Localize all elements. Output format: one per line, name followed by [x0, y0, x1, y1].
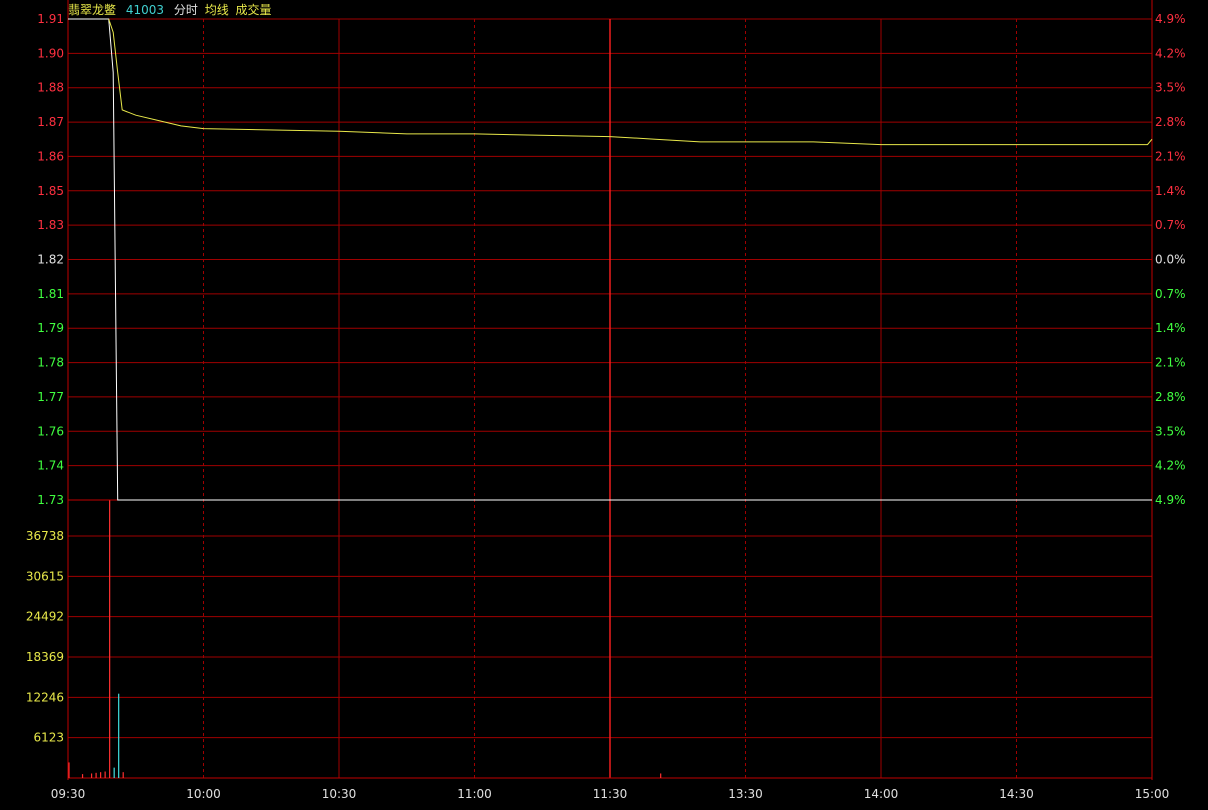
volume-tick-label: 36738: [26, 529, 64, 543]
stock-code: 41003: [125, 3, 165, 17]
pct-tick-label: 3.5%: [1155, 424, 1186, 438]
volume-tick-label: 12246: [26, 690, 64, 704]
price-tick-label: 1.82: [37, 253, 64, 267]
intraday-chart-window: 翡翠龙鳖 41003 分时 均线 成交量 1.91 4.9% 1.90 4.2% 1.8…: [0, 0, 1208, 806]
pct-tick-label: 4.9%: [1155, 12, 1186, 26]
pct-tick-label: 2.1%: [1155, 149, 1186, 163]
price-tick-label: 1.83: [37, 218, 64, 232]
time-tick-label: 13:30: [728, 787, 763, 801]
price-tick-label: 1.76: [37, 424, 64, 438]
volume-tick-label: 24492: [26, 610, 64, 624]
pct-tick-label: 0.7%: [1155, 287, 1186, 301]
price-tick-label: 1.77: [37, 390, 64, 404]
price-tick-label: 1.81: [37, 287, 64, 301]
pct-tick-label: 4.9%: [1155, 493, 1186, 507]
price-tick-label: 1.86: [37, 149, 64, 163]
chart-header: 翡翠龙鳖 41003 分时 均线 成交量: [68, 2, 278, 18]
volume-tick-label: 6123: [33, 731, 64, 745]
time-tick-label: 14:30: [999, 787, 1034, 801]
pct-tick-label: 1.4%: [1155, 184, 1186, 198]
label-volume: 成交量: [235, 3, 272, 17]
pct-tick-label: 2.8%: [1155, 390, 1186, 404]
stock-name: 翡翠龙鳖: [68, 3, 117, 17]
pct-tick-label: 4.2%: [1155, 459, 1186, 473]
time-tick-label: 14:00: [864, 787, 899, 801]
pct-tick-label: 1.4%: [1155, 321, 1186, 335]
price-tick-label: 1.79: [37, 321, 64, 335]
pct-tick-label: 0.0%: [1155, 253, 1186, 267]
volume-tick-label: 18369: [26, 650, 64, 664]
price-tick-label: 1.73: [37, 493, 64, 507]
price-tick-label: 1.74: [37, 459, 64, 473]
pct-tick-label: 0.7%: [1155, 218, 1186, 232]
price-tick-label: 1.88: [37, 81, 64, 95]
time-tick-label: 10:00: [186, 787, 221, 801]
label-avg: 均线: [204, 3, 229, 17]
time-tick-label: 10:30: [322, 787, 357, 801]
pct-tick-label: 2.1%: [1155, 356, 1186, 370]
price-tick-label: 1.87: [37, 115, 64, 129]
time-tick-label: 09:30: [51, 787, 86, 801]
price-tick-label: 1.90: [37, 46, 64, 60]
average-line: [108, 18, 1153, 146]
pct-tick-label: 4.2%: [1155, 46, 1186, 60]
chart-canvas[interactable]: 1.91 4.9% 1.90 4.2% 1.88 3.5% 1.87 2.8% 1.86 2.1%…: [0, 0, 1208, 806]
time-tick-label: 11:30: [593, 787, 628, 801]
price-tick-label: 1.85: [37, 184, 64, 198]
label-timeshare: 分时: [173, 3, 198, 17]
pct-tick-label: 3.5%: [1155, 81, 1186, 95]
price-tick-label: 1.78: [37, 356, 64, 370]
price-tick-label: 1.91: [37, 12, 64, 26]
volume-tick-label: 30615: [26, 569, 64, 583]
time-tick-label: 11:00: [457, 787, 492, 801]
pct-tick-label: 2.8%: [1155, 115, 1186, 129]
time-tick-label: 15:00: [1135, 787, 1170, 801]
